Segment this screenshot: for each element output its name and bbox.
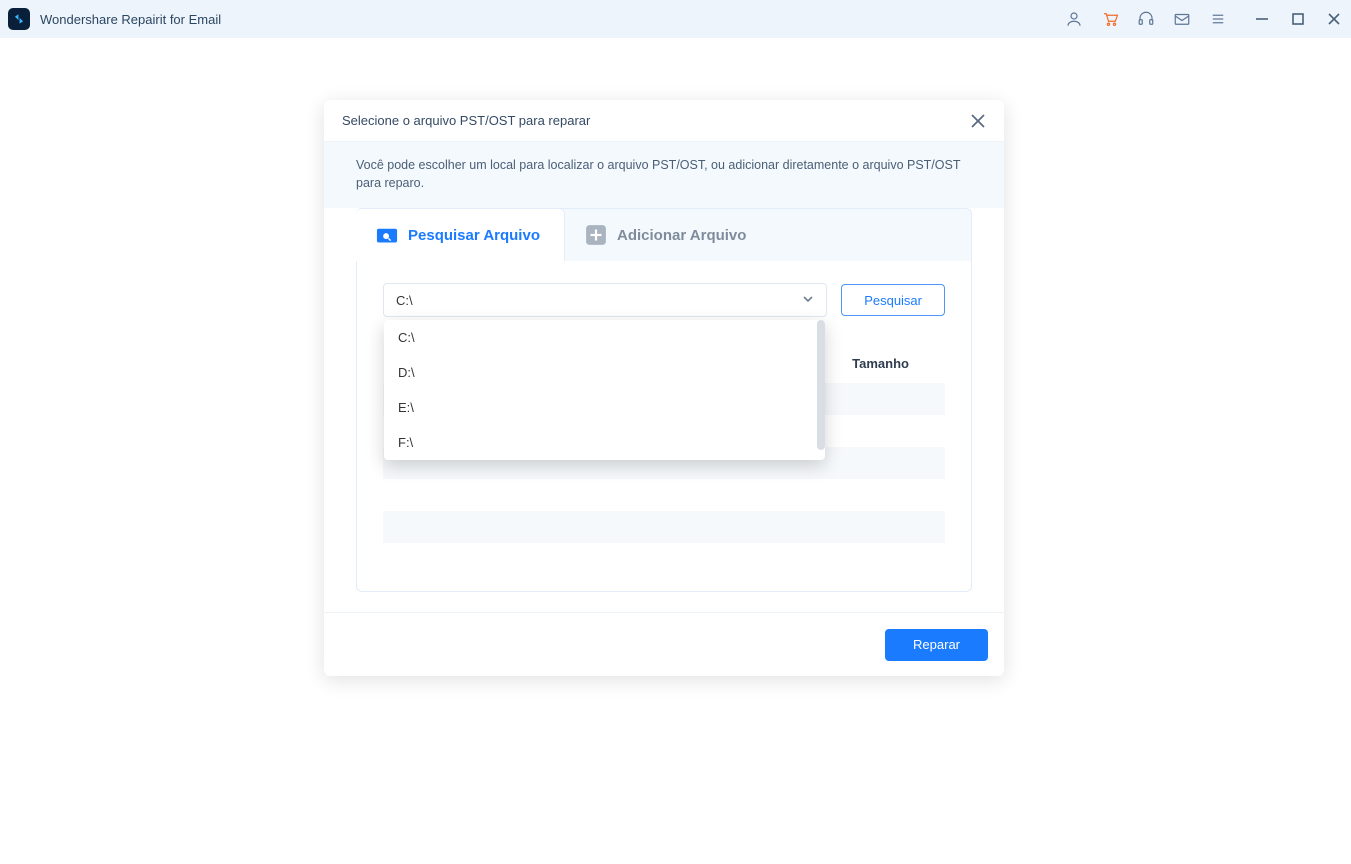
drive-dropdown: C:\ D:\ E:\ F:\ xyxy=(384,320,825,460)
tab-search-label: Pesquisar Arquivo xyxy=(408,227,540,244)
window-close-icon[interactable] xyxy=(1327,12,1341,26)
menu-icon[interactable] xyxy=(1209,10,1227,28)
account-icon[interactable] xyxy=(1065,10,1083,28)
modal-close-icon[interactable] xyxy=(970,113,986,129)
folder-search-icon xyxy=(376,225,398,245)
drive-option[interactable]: E:\ xyxy=(384,390,825,425)
file-panel: Pesquisar Arquivo Adicionar Arquivo C:\ xyxy=(356,208,972,592)
support-icon[interactable] xyxy=(1137,10,1155,28)
tab-search-file[interactable]: Pesquisar Arquivo xyxy=(356,208,565,261)
app-logo xyxy=(8,8,30,30)
tabs: Pesquisar Arquivo Adicionar Arquivo xyxy=(357,209,971,261)
modal-title: Selecione o arquivo PST/OST para reparar xyxy=(342,113,970,128)
window-maximize-icon[interactable] xyxy=(1291,12,1305,26)
modal-description: Você pode escolher um local para localiz… xyxy=(324,142,1004,208)
column-size-header: Tamanho xyxy=(852,356,945,371)
table-row xyxy=(383,511,945,543)
tab-add-label: Adicionar Arquivo xyxy=(617,227,746,244)
search-button[interactable]: Pesquisar xyxy=(841,284,945,316)
drive-option[interactable]: F:\ xyxy=(384,425,825,460)
drive-option[interactable]: D:\ xyxy=(384,355,825,390)
window-minimize-icon[interactable] xyxy=(1255,12,1269,26)
titlebar: Wondershare Repairit for Email xyxy=(0,0,1351,38)
drive-option[interactable]: C:\ xyxy=(384,320,825,355)
select-file-modal: Selecione o arquivo PST/OST para reparar… xyxy=(324,100,1004,676)
table-row xyxy=(383,479,945,511)
tab-add-file[interactable]: Adicionar Arquivo xyxy=(565,209,770,261)
table-row xyxy=(383,543,945,575)
modal-header: Selecione o arquivo PST/OST para reparar xyxy=(324,100,1004,142)
modal-footer: Reparar xyxy=(324,612,1004,676)
add-icon xyxy=(585,225,607,245)
mail-icon[interactable] xyxy=(1173,10,1191,28)
drive-select-value: C:\ xyxy=(396,293,413,308)
repair-button[interactable]: Reparar xyxy=(885,629,988,661)
drive-select[interactable]: C:\ C:\ D:\ E:\ F:\ xyxy=(383,283,827,317)
cart-icon[interactable] xyxy=(1101,10,1119,28)
app-title: Wondershare Repairit for Email xyxy=(40,12,221,27)
dropdown-scrollbar[interactable] xyxy=(817,320,825,450)
chevron-down-icon xyxy=(802,293,814,308)
